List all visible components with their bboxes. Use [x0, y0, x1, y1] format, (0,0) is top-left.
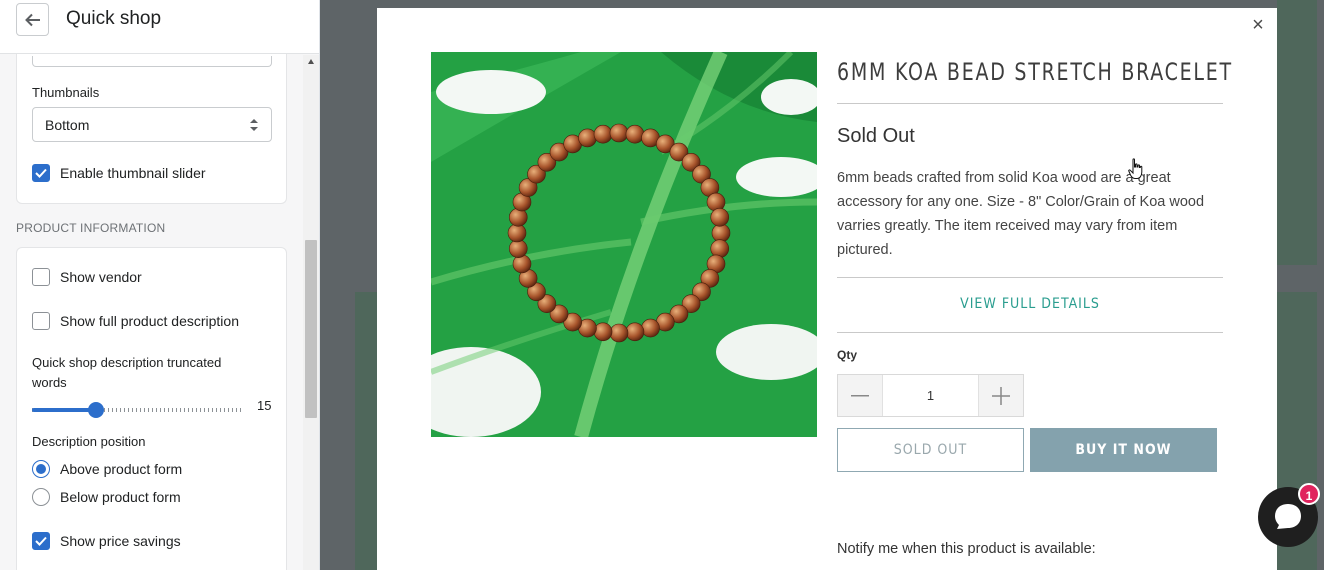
show-full-description-row[interactable]: Show full product description [32, 312, 239, 330]
close-icon[interactable]: × [1249, 15, 1267, 35]
bead [593, 322, 613, 342]
bead [625, 322, 645, 342]
show-price-savings-label: Show price savings [60, 533, 181, 549]
qty-input[interactable]: 1 [882, 375, 979, 416]
scrollbar-thumb[interactable] [305, 240, 317, 418]
enable-thumbnail-slider-label: Enable thumbnail slider [60, 165, 206, 181]
qty-label: Qty [837, 348, 858, 362]
thumbnails-label: Thumbnails [32, 85, 100, 100]
bead [711, 223, 731, 243]
radio-above-product-form[interactable] [32, 460, 50, 478]
show-full-description-checkbox[interactable] [32, 312, 50, 330]
radio-below-label: Below product form [60, 489, 181, 505]
sidebar-title: Quick shop [66, 8, 162, 29]
qty-decrease-button[interactable] [838, 375, 882, 416]
truncated-words-label: Quick shop description truncated words [32, 355, 222, 390]
bead [706, 192, 726, 212]
scroll-up-arrow-icon[interactable] [308, 59, 314, 64]
product-information-card: Show vendor Show full product descriptio… [16, 247, 287, 570]
checkmark-icon [35, 536, 47, 546]
bead [512, 254, 532, 274]
bead [609, 123, 629, 143]
show-vendor-checkbox[interactable] [32, 268, 50, 286]
radio-below-row[interactable]: Below product form [32, 488, 181, 506]
sidebar-scrollbar[interactable] [303, 55, 319, 570]
checkmark-icon [35, 168, 47, 178]
chat-notification-badge: 1 [1298, 483, 1320, 505]
enable-thumbnail-slider-checkbox[interactable] [32, 164, 50, 182]
sold-out-status: Sold Out [837, 125, 915, 147]
product-description: 6mm beads crafted from solid Koa wood ar… [837, 170, 1205, 258]
product-information-heading: PRODUCT INFORMATION [16, 221, 166, 235]
sold-out-button[interactable]: SOLD OUT [837, 428, 1024, 472]
bracelet-photo [431, 52, 817, 437]
bead [710, 239, 730, 258]
quantity-stepper: 1 [837, 374, 1024, 417]
show-price-savings-row[interactable]: Show price savings [32, 532, 181, 550]
bead [508, 239, 528, 258]
bead [641, 318, 660, 338]
bead [508, 208, 528, 227]
show-price-savings-checkbox[interactable] [32, 532, 50, 550]
arrow-left-icon [24, 13, 40, 26]
qty-increase-button[interactable] [979, 375, 1023, 416]
description-position-label: Description position [32, 434, 146, 449]
buy-it-now-button[interactable]: BUY IT NOW [1030, 428, 1217, 472]
background-product-image [1277, 0, 1317, 265]
select-arrows-icon [250, 119, 258, 131]
bead [507, 223, 527, 243]
plus-icon [992, 386, 1010, 405]
radio-below-product-form[interactable] [32, 488, 50, 506]
radio-above-label: Above product form [60, 461, 183, 477]
chat-bubble-icon [1275, 504, 1301, 529]
divider [837, 332, 1223, 333]
show-full-description-label: Show full product description [60, 313, 239, 329]
show-vendor-label: Show vendor [60, 269, 142, 285]
slider-thumb[interactable] [87, 402, 104, 418]
thumbnails-select-value: Bottom [45, 117, 90, 133]
product-image[interactable] [431, 52, 817, 437]
slider-fill [32, 408, 96, 412]
bead [609, 323, 629, 343]
quick-shop-modal: × 6MM KOA BEAD STRETCH BRACELET Sold Out… [377, 8, 1277, 570]
divider [837, 103, 1223, 104]
view-full-details-link[interactable]: VIEW FULL DETAILS [837, 296, 1223, 312]
enable-thumbnail-slider-row[interactable]: Enable thumbnail slider [32, 164, 206, 182]
hand-cursor-icon [1128, 158, 1143, 179]
bead [710, 208, 730, 227]
editor-sidebar: Thumbnails Bottom Enable thumbnail slide… [0, 0, 320, 570]
back-button[interactable] [16, 3, 49, 36]
truncated-words-slider[interactable] [32, 402, 244, 418]
radio-above-row[interactable]: Above product form [32, 460, 182, 478]
minus-icon [851, 394, 869, 396]
previous-select-field[interactable] [32, 56, 272, 67]
truncated-words-value: 15 [257, 398, 272, 413]
product-title: 6MM KOA BEAD STRETCH BRACELET [837, 58, 1233, 86]
thumbnails-select[interactable]: Bottom [32, 107, 272, 142]
bead [578, 128, 597, 148]
show-vendor-row[interactable]: Show vendor [32, 268, 142, 286]
notify-text: Notify me when this product is available… [837, 541, 1096, 557]
quick-shop-settings-card: Thumbnails Bottom Enable thumbnail slide… [16, 44, 287, 204]
bead [625, 124, 645, 144]
bead [593, 124, 613, 144]
divider [837, 277, 1223, 278]
sidebar-header: Quick shop [0, 0, 319, 54]
